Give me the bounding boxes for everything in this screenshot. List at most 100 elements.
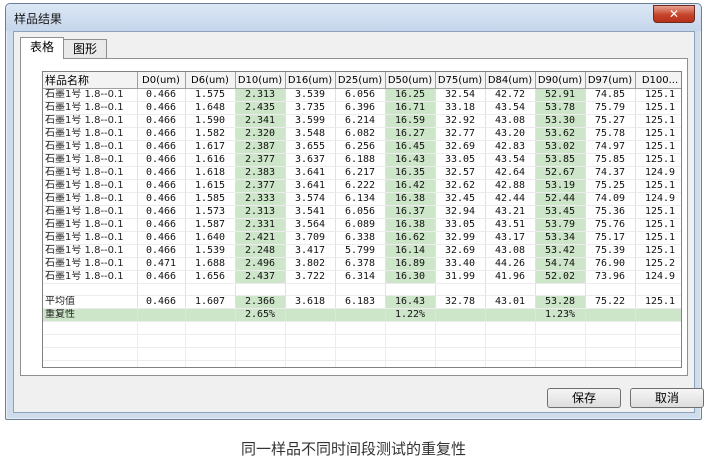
empty-cell: [235, 360, 286, 367]
table-cell: 33.05: [435, 218, 486, 232]
table-cell: 32.69: [435, 244, 486, 258]
table-cell: 32.69: [435, 140, 486, 154]
save-button[interactable]: 保存: [547, 388, 621, 408]
column-header[interactable]: D16(um): [285, 72, 336, 89]
table-cell: 0.466: [137, 205, 186, 219]
tab-strip: 表格 图形: [20, 37, 108, 59]
table-cell: 54.74: [535, 257, 586, 271]
table-cell: 124.9: [635, 192, 681, 206]
table-cell: 0.466: [137, 127, 186, 141]
cell-sample-name: 石墨1号 1.8--0.1: [43, 205, 138, 219]
table-row[interactable]: 石墨1号 1.8--0.1 0.466 1.618 2.383 3.641 6.217 16…: [43, 166, 681, 180]
table-cell: 75.79: [585, 101, 636, 115]
empty-cell: [435, 347, 486, 361]
cell-sample-name: 石墨1号 1.8--0.1: [43, 127, 138, 141]
cell-sample-name: 石墨1号 1.8--0.1: [43, 140, 138, 154]
table-row[interactable]: 石墨1号 1.8--0.1 0.466 1.585 2.333 3.574 6.134 16…: [43, 192, 681, 206]
repeatability-row[interactable]: 重复性 2.65% 1.22% 1.23%: [43, 308, 681, 322]
table-cell: 3.548: [285, 127, 336, 141]
table-row[interactable]: 石墨1号 1.8--0.1 0.466 1.617 2.387 3.655 6.256 16…: [43, 140, 681, 154]
table-row[interactable]: 石墨1号 1.8--0.1 0.466 1.590 2.341 3.599 6.214 16…: [43, 114, 681, 128]
table-row[interactable]: 石墨1号 1.8--0.1 0.466 1.648 2.435 3.735 6.396 16…: [43, 101, 681, 115]
empty-cell: [385, 347, 436, 361]
table-row[interactable]: 石墨1号 1.8--0.1 0.466 1.575 2.313 3.539 6.056 16…: [43, 88, 681, 102]
table-cell: 52.67: [535, 166, 586, 180]
table-cell: 6.314: [335, 270, 386, 284]
table-cell: 6.338: [335, 231, 386, 245]
tab-chart[interactable]: 图形: [63, 39, 108, 59]
table-cell: 1.587: [185, 218, 236, 232]
table-cell: 53.79: [535, 218, 586, 232]
empty-cell: [435, 283, 486, 296]
tab-panel: 样品名称 D0(um) D6(um) D10(um) D16(um) D25(um) D50…: [20, 58, 688, 376]
column-header[interactable]: D6(um): [185, 72, 236, 89]
table-cell: 75.17: [585, 231, 636, 245]
table-cell: 2.387: [235, 140, 286, 154]
table-row[interactable]: 石墨1号 1.8--0.1 0.466 1.616 2.377 3.637 6.188 16…: [43, 153, 681, 167]
empty-cell: [485, 283, 536, 296]
table-cell: 42.83: [485, 140, 536, 154]
table-row[interactable]: 石墨1号 1.8--0.1 0.466 1.539 2.248 3.417 5.799 16…: [43, 244, 681, 258]
table-row[interactable]: 石墨1号 1.8--0.1 0.466 1.587 2.331 3.564 6.089 16…: [43, 218, 681, 232]
column-header[interactable]: D90(um): [535, 72, 586, 89]
empty-cell: [535, 321, 586, 335]
table-row[interactable]: 石墨1号 1.8--0.1 0.466 1.615 2.377 3.641 6.222 16…: [43, 179, 681, 193]
table-cell: 53.30: [535, 114, 586, 128]
column-header[interactable]: D75(um): [435, 72, 486, 89]
table-row[interactable]: 石墨1号 1.8--0.1 0.466 1.573 2.313 3.541 6.056 16…: [43, 205, 681, 219]
table-cell: 53.19: [535, 179, 586, 193]
results-grid[interactable]: 样品名称 D0(um) D6(um) D10(um) D16(um) D25(um) D50…: [42, 71, 682, 368]
column-header[interactable]: D0(um): [137, 72, 186, 89]
table-row[interactable]: 石墨1号 1.8--0.1 0.471 1.688 2.496 3.802 6.378 16…: [43, 257, 681, 271]
table-cell: 42.64: [485, 166, 536, 180]
repeatability-cell: [335, 308, 386, 322]
table-cell: 1.648: [185, 101, 236, 115]
figure-caption: 同一样品不同时间段测试的重复性: [240, 440, 466, 458]
table-cell: 125.1: [635, 218, 681, 232]
window-client-area: 表格 图形 样品名称 D0(um) D6(um) D10(um) D16(um) D25(…: [13, 31, 704, 413]
table-cell: 0.466: [137, 244, 186, 258]
table-cell: 53.34: [535, 231, 586, 245]
column-header-name[interactable]: 样品名称: [43, 72, 138, 89]
table-cell: 125.1: [635, 295, 681, 309]
empty-cell: [43, 360, 138, 367]
grid-body: 石墨1号 1.8--0.1 0.466 1.575 2.313 3.539 6.056 16…: [43, 88, 681, 367]
average-row[interactable]: 平均值 0.466 1.607 2.366 3.618 6.183 16.43 32.78 43…: [43, 295, 681, 309]
empty-cell: [137, 321, 186, 335]
column-header[interactable]: D97(um): [585, 72, 636, 89]
cancel-button[interactable]: 取消: [630, 388, 704, 408]
column-header[interactable]: D84(um): [485, 72, 536, 89]
empty-cell: [585, 347, 636, 361]
table-cell: 1.590: [185, 114, 236, 128]
table-cell: 16.43: [385, 153, 436, 167]
column-header[interactable]: D10(um): [235, 72, 286, 89]
table-row[interactable]: 石墨1号 1.8--0.1 0.466 1.582 2.320 3.548 6.082 16…: [43, 127, 681, 141]
table-cell: 16.35: [385, 166, 436, 180]
empty-cell: [385, 334, 436, 348]
table-row[interactable]: 石墨1号 1.8--0.1 0.466 1.640 2.421 3.709 6.338 16…: [43, 231, 681, 245]
table-cell: 3.541: [285, 205, 336, 219]
table-cell: 1.582: [185, 127, 236, 141]
table-cell: 0.466: [137, 218, 186, 232]
column-header[interactable]: D100...: [635, 72, 681, 89]
repeatability-cell: 2.65%: [235, 308, 286, 322]
table-cell: 1.617: [185, 140, 236, 154]
table-cell: 76.90: [585, 257, 636, 271]
table-cell: 1.615: [185, 179, 236, 193]
table-cell: 16.38: [385, 192, 436, 206]
column-header[interactable]: D50(um): [385, 72, 436, 89]
table-cell: 2.313: [235, 88, 286, 102]
table-cell: 75.85: [585, 153, 636, 167]
tab-table[interactable]: 表格: [20, 37, 65, 59]
column-header[interactable]: D25(um): [335, 72, 386, 89]
table-row[interactable]: 石墨1号 1.8--0.1 0.466 1.656 2.437 3.722 6.314 16…: [43, 270, 681, 284]
table-cell: 125.1: [635, 244, 681, 258]
table-cell: 43.51: [485, 218, 536, 232]
title-bar[interactable]: 样品结果 ✕: [6, 4, 701, 31]
table-cell: 43.54: [485, 101, 536, 115]
table-cell: 6.082: [335, 127, 386, 141]
table-cell: 1.539: [185, 244, 236, 258]
table-cell: 3.574: [285, 192, 336, 206]
close-button[interactable]: ✕: [653, 5, 695, 23]
empty-cell: [235, 347, 286, 361]
